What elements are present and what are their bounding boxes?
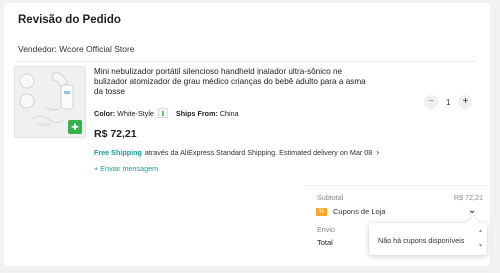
scroll-down-icon[interactable]: ▼: [478, 244, 483, 249]
decrease-quantity-button[interactable]: −: [424, 95, 438, 109]
product-image[interactable]: ✚: [14, 66, 86, 138]
color-label: Color:: [94, 108, 116, 118]
no-coupons-text: Não há cupons disponíveis: [378, 236, 465, 245]
product-price: R$ 72,21: [94, 128, 137, 140]
seller-name[interactable]: Vendedor: Wcore Official Store: [18, 44, 135, 54]
product-attributes: Color: White-Style Ships From: China: [94, 108, 239, 118]
coupon-label: Cupons de Loja: [333, 207, 386, 216]
free-shipping-label: Free Shipping: [94, 147, 142, 157]
shipping-info[interactable]: Free Shipping através da AliExpress Stan…: [94, 147, 379, 157]
subtotal-label: Subtotal: [317, 193, 344, 202]
shipping-detail: através da AliExpress Standard Shipping.…: [144, 147, 373, 157]
store-coupon-selector[interactable]: % Cupons de Loja: [316, 207, 386, 216]
summary-divider: [306, 185, 486, 186]
coupon-dropdown-popup: Não há cupons disponíveis ▲ ▼: [369, 223, 487, 255]
color-swatch-icon: [157, 108, 168, 118]
coupon-tag-icon: %: [316, 207, 327, 216]
shipping-row: Envio: [317, 225, 367, 234]
product-name[interactable]: Mini nebulizador portátil silencioso han…: [94, 67, 368, 97]
quantity-stepper: − 1 +: [424, 95, 473, 109]
quantity-value: 1: [446, 97, 451, 107]
increase-quantity-button[interactable]: +: [458, 95, 473, 109]
page-title: Revisão do Pedido: [18, 14, 121, 26]
subtotal-row: Subtotal R$ 72,21: [317, 193, 483, 202]
gift-icon: ✚: [68, 120, 82, 134]
chevron-down-icon[interactable]: ⌄: [468, 205, 476, 216]
color-value: White-Style: [117, 108, 154, 118]
scroll-up-icon[interactable]: ▲: [478, 229, 483, 234]
chevron-right-icon[interactable]: ›: [376, 147, 379, 157]
send-message-link[interactable]: + Enviar mensagem: [94, 164, 158, 173]
ships-from-label: Ships From:: [175, 108, 218, 118]
popup-scrollbar[interactable]: ▲ ▼: [478, 229, 483, 249]
subtotal-value: R$ 72,21: [453, 193, 483, 202]
ships-from-value: China: [219, 108, 239, 118]
shipping-label: Envio: [317, 225, 335, 234]
divider: [18, 61, 476, 62]
total-label: Total: [317, 238, 333, 247]
